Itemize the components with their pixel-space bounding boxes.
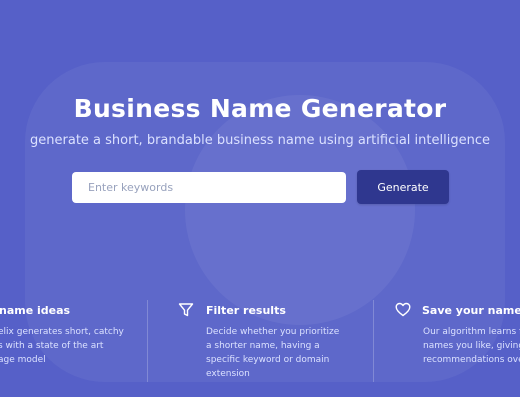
feature-title: name ideas <box>0 304 71 317</box>
feature-line: Our algorithm learns fr <box>423 327 520 337</box>
feature-description: Our algorithm learns fr names you like, … <box>423 325 520 367</box>
feature-line: Decide whether you prioritize <box>206 327 340 337</box>
feature-line: age model <box>0 355 46 365</box>
heart-icon <box>395 302 411 321</box>
feature-title: Save your names <box>422 304 520 317</box>
keywords-input[interactable] <box>72 172 346 203</box>
feature-description: Decide whether you prioritize a shorter … <box>206 325 339 381</box>
feature-line: s with a state of the art <box>0 341 104 351</box>
feature-line: a shorter name, having a <box>206 341 320 351</box>
feature-title: Filter results <box>206 304 286 317</box>
feature-name-ideas: name ideas elix generates short, catchy … <box>0 300 146 382</box>
filter-icon <box>178 302 194 322</box>
background-circle <box>185 95 415 325</box>
feature-description: elix generates short, catchy s with a st… <box>0 325 124 367</box>
feature-save-names: Save your names Our algorithm learns fr … <box>374 300 520 382</box>
feature-line: extension <box>206 369 250 379</box>
page-subtitle: generate a short, brandable business nam… <box>30 133 490 148</box>
feature-line: recommendations ove <box>423 355 520 365</box>
generate-button[interactable]: Generate <box>357 170 449 204</box>
page-title: Business Name Generator <box>73 94 447 123</box>
feature-line: elix generates short, catchy <box>0 327 124 337</box>
feature-filter-results: Filter results Decide whether you priori… <box>148 300 373 382</box>
feature-line: specific keyword or domain <box>206 355 330 365</box>
feature-line: names you like, giving <box>423 341 520 351</box>
